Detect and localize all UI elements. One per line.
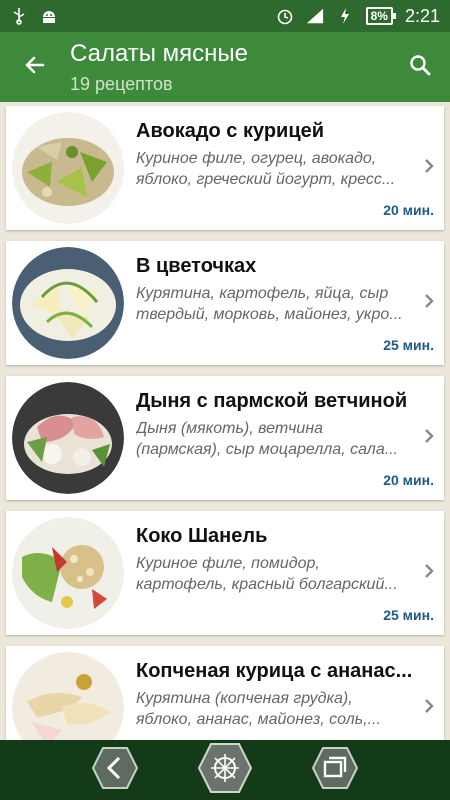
recipe-time: 20 мин. xyxy=(383,202,434,218)
signal-icon xyxy=(306,7,324,25)
chevron-right-icon xyxy=(424,293,434,314)
recipe-title: Копченая курица с ананас... xyxy=(136,660,413,682)
recipe-card[interactable]: Коко Шанель Куриное филе, помидор, карто… xyxy=(6,511,444,635)
recipe-title: Авокадо с курицей xyxy=(136,120,325,142)
battery-indicator: 8% xyxy=(365,7,397,25)
recipe-title: В цветочках xyxy=(136,255,257,277)
chevron-right-icon xyxy=(424,158,434,179)
recipe-ingredients: Куриное филе, помидор, картофель, красны… xyxy=(136,555,398,593)
nav-home-button[interactable] xyxy=(197,742,253,795)
recipe-image xyxy=(12,517,124,629)
spider-logo-icon xyxy=(197,740,253,800)
search-button[interactable] xyxy=(390,32,450,102)
recipe-count: 19 рецептов xyxy=(70,73,173,94)
charging-icon xyxy=(336,7,354,25)
recipe-time: 25 мин. xyxy=(383,607,434,623)
back-arrow-icon xyxy=(23,53,47,82)
recipe-card[interactable]: Дыня с пармской ветчиной Дыня (мякоть), … xyxy=(6,376,444,500)
navigation-bar xyxy=(0,740,450,800)
page-title: Салаты мясные xyxy=(70,39,249,67)
nav-back-button[interactable] xyxy=(90,745,140,795)
recipe-card[interactable]: Копченая курица с ананас... Курятина (ко… xyxy=(6,646,444,740)
recipe-card[interactable]: Авокадо с курицей Куриное филе, огурец, … xyxy=(6,106,444,230)
chevron-right-icon xyxy=(424,428,434,449)
app-bar: Салаты мясные 19 рецептов xyxy=(0,32,450,102)
recipe-image xyxy=(12,382,124,494)
status-bar: 8% 2:21 xyxy=(0,0,450,32)
recipe-image xyxy=(12,112,124,224)
chevron-right-icon xyxy=(424,563,434,584)
android-icon xyxy=(40,7,58,25)
recipe-image xyxy=(12,652,124,740)
recipe-list[interactable]: Авокадо с курицей Куриное филе, огурец, … xyxy=(0,102,450,740)
usb-icon xyxy=(10,7,28,25)
recipe-ingredients: Куриное филе, огурец, авокадо, яблоко, г… xyxy=(136,150,396,188)
recipe-time: 25 мин. xyxy=(383,337,434,353)
recipe-ingredients: Дыня (мякоть), ветчина (пармская), сыр м… xyxy=(136,420,399,458)
recipe-image xyxy=(12,247,124,359)
recent-apps-icon xyxy=(311,744,359,797)
recipe-card[interactable]: В цветочках Курятина, картофель, яйца, с… xyxy=(6,241,444,365)
back-button[interactable] xyxy=(0,32,70,102)
recipe-ingredients: Курятина, картофель, яйца, сыр твердый, … xyxy=(136,285,403,323)
search-icon xyxy=(408,53,432,82)
clock: 2:21 xyxy=(404,5,440,26)
alarm-icon xyxy=(276,7,294,25)
recipe-title: Коко Шанель xyxy=(136,525,268,547)
hexagon-back-icon xyxy=(91,744,139,797)
recipe-time: 20 мин. xyxy=(383,472,434,488)
nav-recents-button[interactable] xyxy=(310,745,360,795)
recipe-ingredients: Курятина (копченая грудка), яблоко, анан… xyxy=(136,690,381,728)
recipe-title: Дыня с пармской ветчиной xyxy=(136,390,408,412)
chevron-right-icon xyxy=(424,698,434,719)
